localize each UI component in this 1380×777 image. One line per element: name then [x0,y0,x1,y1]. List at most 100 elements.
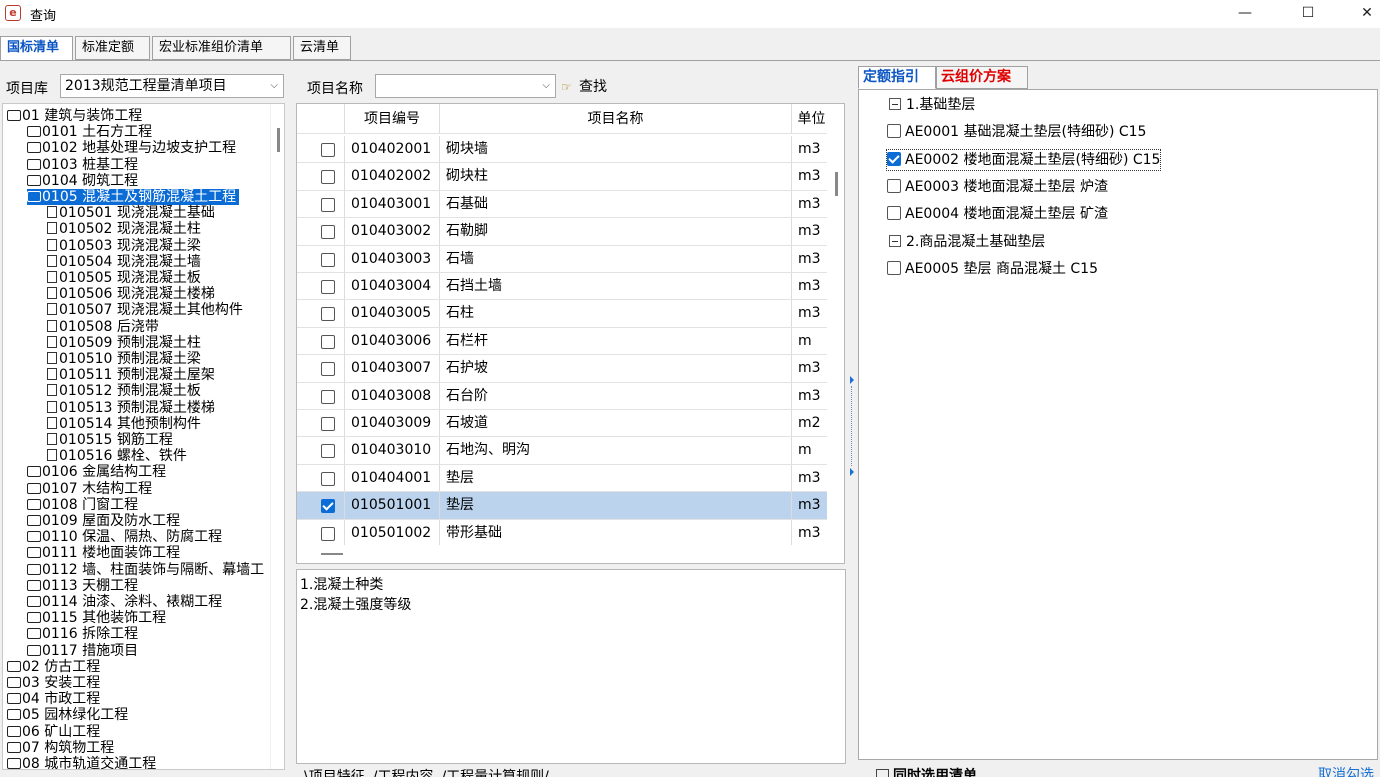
row-checkbox[interactable] [321,170,335,185]
tree-node[interactable]: 010513 预制混凝土楼梯 [47,400,215,416]
row-checkbox[interactable] [321,444,335,459]
tree-scrollbar[interactable] [270,104,284,769]
tree-node[interactable]: 010506 现浇混凝土楼梯 [47,286,215,302]
find-button[interactable]: ☞ 查找 [561,76,607,98]
category-tree[interactable]: 01 建筑与装饰工程 0101 土石方工程 0102 地基处理与边坡支护工程 0103… [2,103,285,770]
table-row[interactable]: 010402001 砌块墙 m3 [297,136,832,164]
tree-node[interactable]: 010512 预制混凝土板 [47,383,201,399]
grid-horizontal-scrollbar[interactable] [297,545,827,563]
tree-node[interactable]: 03 安装工程 [7,675,100,691]
tree-node[interactable]: 0108 门窗工程 [27,497,138,513]
guide-item[interactable]: AE0001 基础混凝土垫层(特细砂) C15 [887,122,1146,142]
tree-node[interactable]: 0104 砌筑工程 [27,173,138,189]
tree-node[interactable]: 0101 土石方工程 [27,124,152,140]
tree-node[interactable]: 010510 预制混凝土梁 [47,351,201,367]
row-checkbox[interactable] [321,225,335,240]
tree-node[interactable]: 01 建筑与装饰工程 [7,108,142,124]
grid-header-code[interactable]: 项目编号 [345,104,440,133]
tree-node[interactable]: 0102 地基处理与边坡支护工程 [27,140,236,156]
tree-node[interactable]: 06 矿山工程 [7,724,100,740]
row-checkbox[interactable] [321,471,335,486]
guide-item-checkbox[interactable] [887,124,901,139]
expand-arrow-icon[interactable] [850,376,854,384]
tree-node[interactable]: 010504 现浇混凝土墙 [47,254,201,270]
guide-item-checkbox[interactable] [887,260,901,275]
cancel-check-link[interactable]: 取消勾选 [1318,764,1374,777]
expand-arrow-icon[interactable] [850,468,854,476]
tab-yun-qingdan[interactable]: 云清单 [293,36,351,60]
guide-item[interactable]: AE0003 楼地面混凝土垫层 炉渣 [887,177,1108,197]
tree-node[interactable]: 0110 保温、隔热、防腐工程 [27,529,222,545]
table-row[interactable]: 010403003 石墙 m3 [297,245,832,273]
tree-node[interactable]: 010501 现浇混凝土基础 [47,205,215,221]
item-name-input[interactable]: ⌵ [375,74,556,98]
grid-vertical-scrollbar[interactable] [829,104,844,563]
row-checkbox[interactable] [321,526,335,541]
tree-node[interactable]: 010507 现浇混凝土其他构件 [47,302,243,318]
tree-node[interactable]: 08 城市轨道交通工程 [7,756,156,769]
guide-item-checkbox[interactable] [887,151,901,166]
tree-node[interactable]: 0117 措施项目 [27,643,138,659]
table-row[interactable]: 010403001 石基础 m3 [297,190,832,219]
tab-quantity-rules[interactable]: /工程量计算规则/ [437,766,552,777]
pane-splitter[interactable] [848,64,855,777]
tree-node[interactable]: 0112 墙、柱面装饰与隔断、幕墙工 [27,562,264,578]
table-row[interactable]: 010501001 垫层 m3 [297,492,832,520]
table-row[interactable]: 010403008 石台阶 m3 [297,382,832,410]
tab-guobiao-qingdan[interactable]: 国标清单 [0,36,73,61]
guide-group[interactable]: 2.商品混凝土基础垫层 [889,232,1045,252]
tree-node[interactable]: 010508 后浇带 [47,319,159,335]
table-row[interactable]: 010404001 垫层 m3 [297,464,832,493]
tree-node[interactable]: 07 构筑物工程 [7,740,114,756]
row-checkbox[interactable] [321,389,335,404]
guide-item[interactable]: AE0004 楼地面混凝土垫层 矿渣 [887,204,1108,224]
close-button[interactable]: ✕ [1344,0,1380,28]
guide-group[interactable]: 1.基础垫层 [889,95,975,115]
tab-yun-zujia-fangan[interactable]: 云组价方案 [936,66,1028,89]
tree-node[interactable]: 010511 预制混凝土屋架 [47,367,215,383]
grid-vertical-thumb[interactable] [835,172,838,196]
maximize-button[interactable]: ☐ [1285,0,1331,28]
tree-node[interactable]: 0107 木结构工程 [27,481,152,497]
tree-node[interactable]: 0111 楼地面装饰工程 [27,545,180,561]
table-row[interactable]: 010403004 石挡土墙 m3 [297,273,832,301]
tree-node[interactable]: 05 园林绿化工程 [7,707,128,723]
tree-node[interactable]: 02 仿古工程 [7,659,100,675]
grid-header-unit[interactable]: 单位 [792,104,832,133]
tree-node[interactable]: 0106 金属结构工程 [27,464,166,480]
tab-biaozhun-dinge[interactable]: 标准定额 [75,36,150,60]
tree-node[interactable]: 0113 天棚工程 [27,578,138,594]
guide-item[interactable]: AE0005 垫层 商品混凝土 C15 [887,259,1098,279]
table-row[interactable]: 010403002 石勒脚 m3 [297,218,832,246]
grid-header-name[interactable]: 项目名称 [440,104,792,133]
row-checkbox[interactable] [321,334,335,349]
tree-node[interactable]: 010505 现浇混凝土板 [47,270,201,286]
row-checkbox[interactable] [321,252,335,267]
tree-node[interactable]: 010515 钢筋工程 [47,432,173,448]
minimize-button[interactable]: — [1222,0,1268,28]
tree-node[interactable]: 010503 现浇混凝土梁 [47,238,201,254]
collapse-icon[interactable] [889,234,901,247]
row-checkbox[interactable] [321,307,335,322]
tree-node[interactable]: 0115 其他装饰工程 [27,610,166,626]
tree-node[interactable]: 010509 预制混凝土柱 [47,335,201,351]
guide-item-checkbox[interactable] [887,206,901,221]
also-select-checkbox[interactable]: 同时选用清单 [876,765,977,777]
guide-item[interactable]: AE0002 楼地面混凝土垫层(特细砂) C15 [885,148,1162,171]
tree-node[interactable]: 0116 拆除工程 [27,626,138,642]
grid-horizontal-thumb[interactable] [321,553,343,555]
tree-node[interactable]: 0114 油漆、涂料、裱糊工程 [27,594,222,610]
row-checkbox[interactable] [321,280,335,294]
tree-node[interactable]: 0109 屋面及防水工程 [27,513,180,529]
table-row[interactable]: 010403006 石栏杆 m [297,327,832,356]
row-checkbox[interactable] [321,362,335,377]
row-checkbox[interactable] [321,197,335,212]
table-row[interactable]: 010403010 石地沟、明沟 m [297,437,832,465]
table-row[interactable]: 010403005 石柱 m3 [297,300,832,328]
row-checkbox[interactable] [321,143,335,157]
tab-item-features[interactable]: \项目特征 [300,766,369,777]
tree-node[interactable]: 010514 其他预制构件 [47,416,201,432]
tree-node[interactable]: 04 市政工程 [7,691,100,707]
tree-node[interactable]: 0103 桩基工程 [27,157,138,173]
library-select[interactable]: 2013规范工程量清单项目 ⌵ [60,74,284,98]
